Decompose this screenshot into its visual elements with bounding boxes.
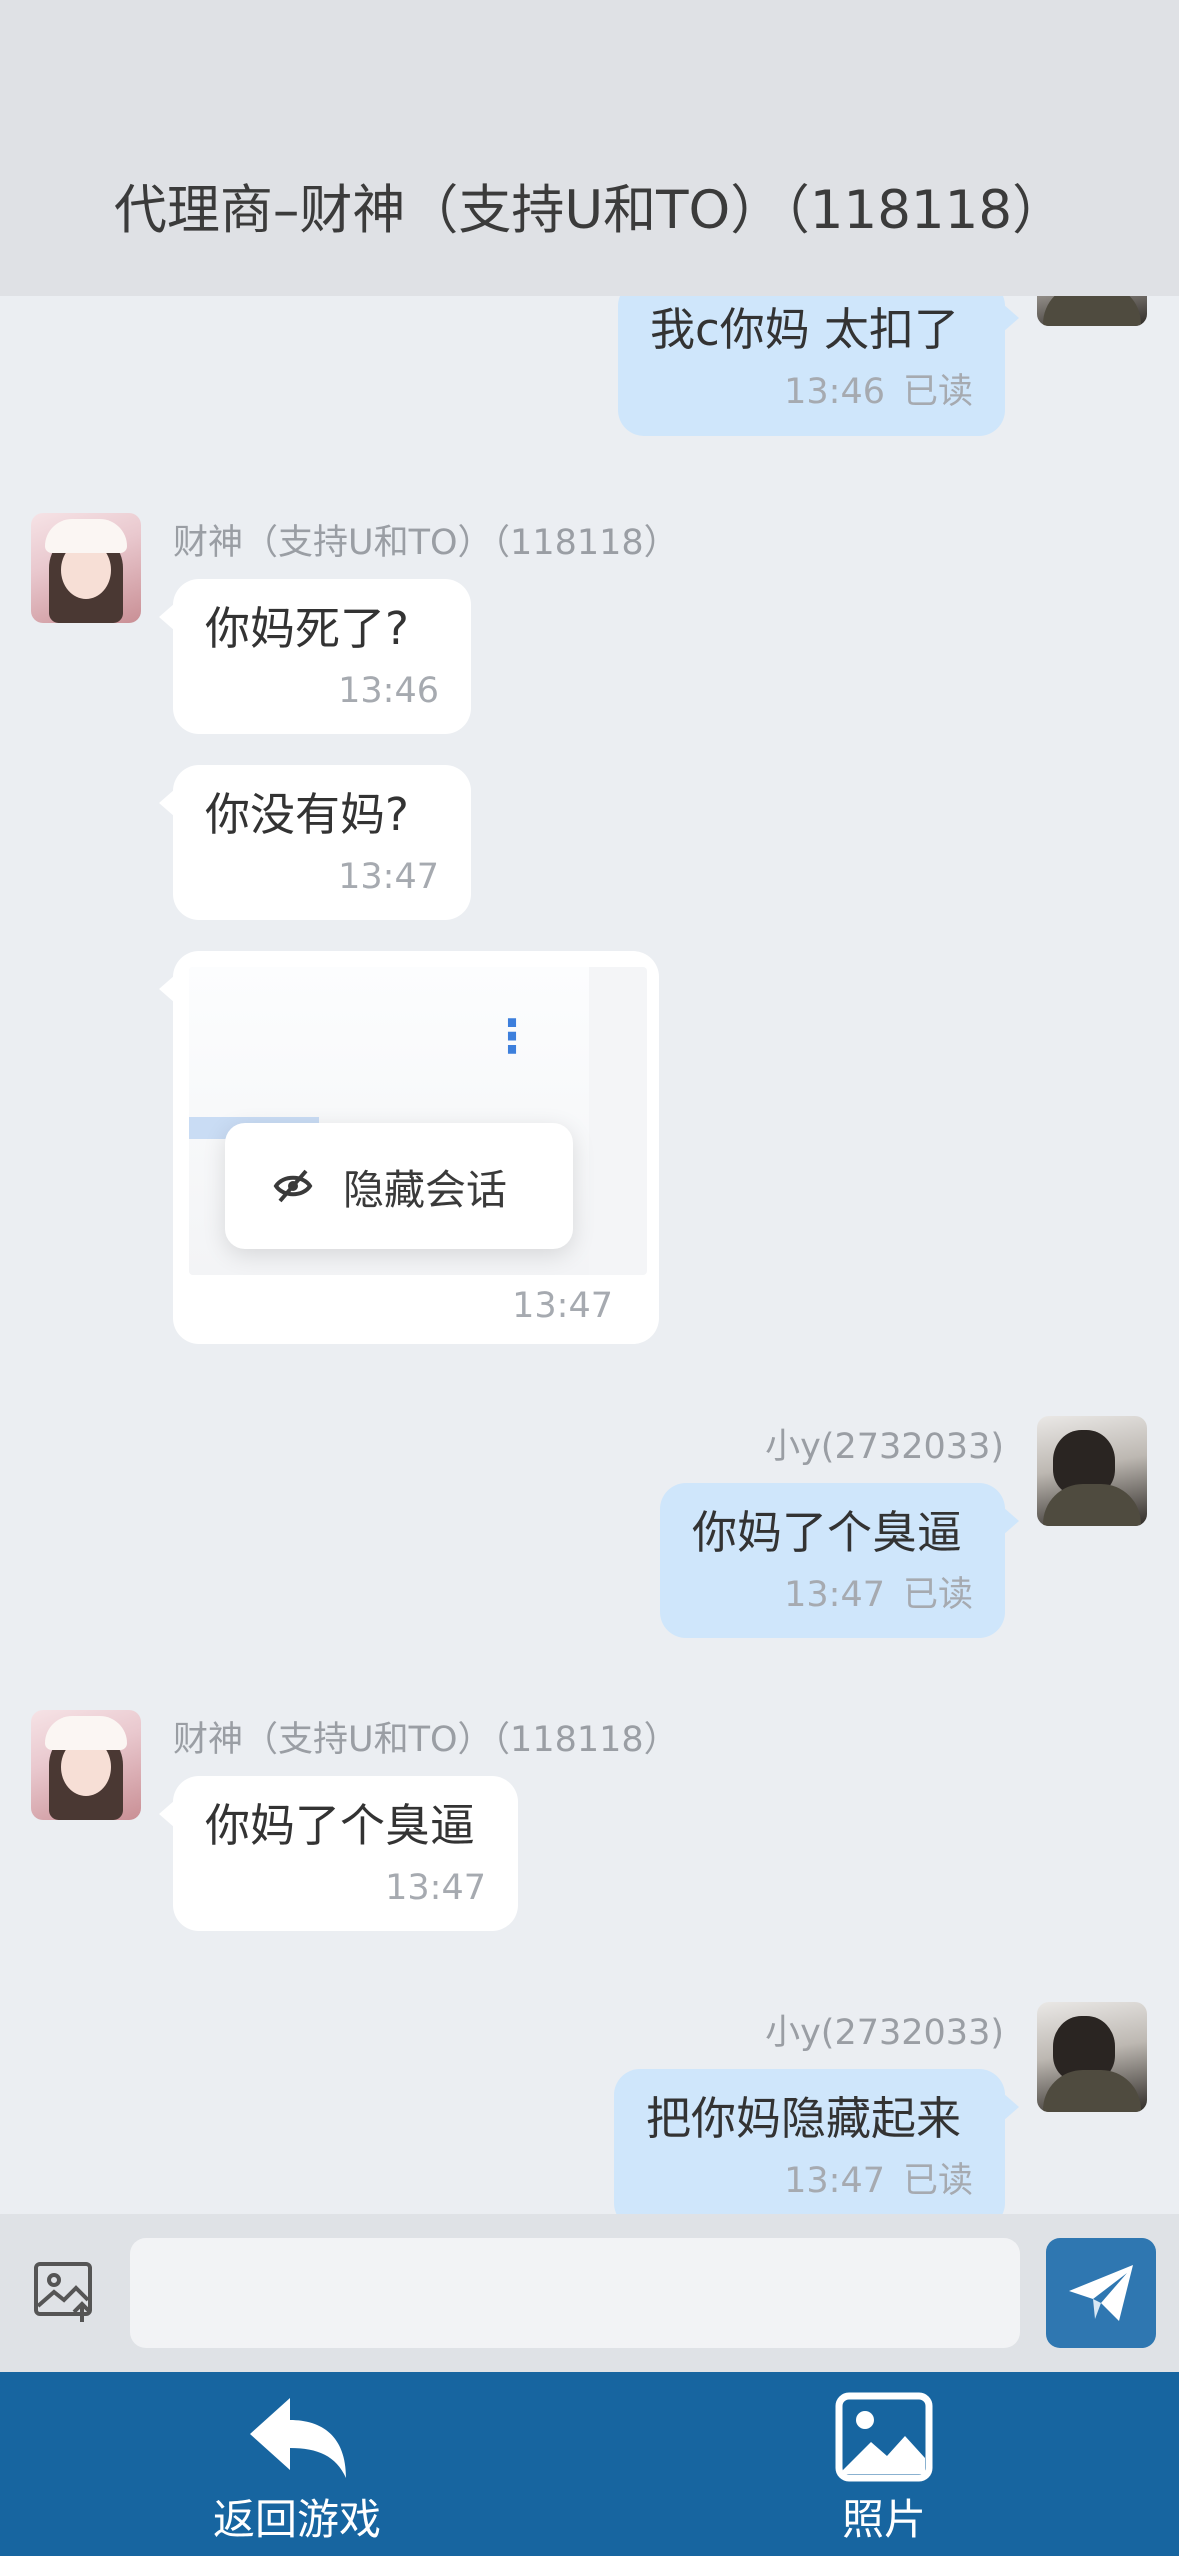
hide-conversation-label: 隐藏会话 <box>343 1166 507 1214</box>
message-time: 13:47 <box>512 1286 613 1326</box>
context-menu: 隐藏会话 <box>225 1123 573 1249</box>
message-text: 你妈死了? <box>205 602 409 655</box>
incoming-message[interactable]: 你妈死了? 13:46 <box>159 579 471 734</box>
message-text: 你没有妈? <box>205 788 409 841</box>
message-meta: 13:47 <box>205 857 439 897</box>
message-meta: 13:47 <box>205 1868 486 1908</box>
message-text: 你妈了个臭逼 <box>205 1799 476 1852</box>
back-to-game-label: 返回游戏 <box>212 2495 381 2544</box>
message-time: 13:47 <box>338 857 439 897</box>
message-input[interactable] <box>130 2238 1020 2348</box>
message-list[interactable]: 我c你妈 太扣了 13:46 已读 财神（支持U和TO）（118118） 你妈死了… <box>0 296 1179 2214</box>
incoming-message[interactable]: 你没有妈? 13:47 <box>159 765 471 920</box>
message-time: 13:47 <box>784 2161 885 2201</box>
eye-off-icon <box>273 1169 313 1203</box>
screenshot-image[interactable]: ⋮ 隐藏会话 <box>189 967 647 1275</box>
my-avatar[interactable] <box>1037 1416 1147 1526</box>
outgoing-message[interactable]: 我c你妈 太扣了 13:46 已读 <box>618 296 1019 436</box>
contact-avatar[interactable] <box>31 513 141 623</box>
back-to-game-button[interactable]: 返回游戏 <box>147 2372 447 2556</box>
my-avatar[interactable] <box>1037 296 1147 326</box>
outgoing-message[interactable]: 把你妈隐藏起来 13:47 已读 <box>614 2069 1019 2214</box>
message-composer <box>0 2214 1179 2372</box>
message-time: 13:46 <box>338 671 439 711</box>
read-status: 已读 <box>902 2161 973 2201</box>
photos-button[interactable]: 照片 <box>734 2372 1034 2556</box>
message-meta: 13:47 已读 <box>692 1575 973 1615</box>
photo-icon <box>835 2392 933 2482</box>
message-text: 把你妈隐藏起来 <box>646 2092 962 2145</box>
my-avatar[interactable] <box>1037 2002 1147 2112</box>
outgoing-message[interactable]: 你妈了个臭逼 13:47 已读 <box>660 1483 1019 1638</box>
image-upload-icon[interactable] <box>32 2258 98 2324</box>
message-meta: 13:46 <box>205 671 439 711</box>
sender-name: 小y(2732033) <box>765 1427 1004 1467</box>
photos-label: 照片 <box>841 2495 926 2544</box>
read-status: 已读 <box>902 1575 973 1615</box>
back-arrow-icon <box>250 2398 346 2478</box>
sender-name: 财神（支持U和TO）（118118） <box>173 523 679 563</box>
chat-header: 代理商–财神（支持U和TO）（118118） <box>0 0 1179 296</box>
send-button[interactable] <box>1046 2238 1156 2348</box>
sender-name: 财神（支持U和TO）（118118） <box>173 1720 679 1760</box>
message-meta: 13:46 已读 <box>650 372 973 412</box>
message-time: 13:47 <box>385 1868 486 1908</box>
contact-avatar[interactable] <box>31 1710 141 1820</box>
bottom-navigation: 返回游戏 照片 <box>0 2372 1179 2556</box>
paper-plane-icon <box>1069 2265 1133 2321</box>
sender-name: 小y(2732033) <box>765 2013 1004 2053</box>
read-status: 已读 <box>902 372 973 412</box>
message-time: 13:47 <box>784 1575 885 1615</box>
more-options-icon: ⋮ <box>489 1009 535 1063</box>
message-text: 你妈了个臭逼 <box>692 1506 963 1559</box>
message-time: 13:46 <box>784 372 885 412</box>
incoming-message[interactable]: 你妈了个臭逼 13:47 <box>159 1776 518 1931</box>
incoming-image-message[interactable]: ⋮ 隐藏会话 13:47 <box>159 951 659 1344</box>
chat-title: 代理商–财神（支持U和TO）（118118） <box>113 180 1066 241</box>
message-meta: 13:47 已读 <box>646 2161 973 2201</box>
message-text: 我c你妈 太扣了 <box>650 303 960 356</box>
